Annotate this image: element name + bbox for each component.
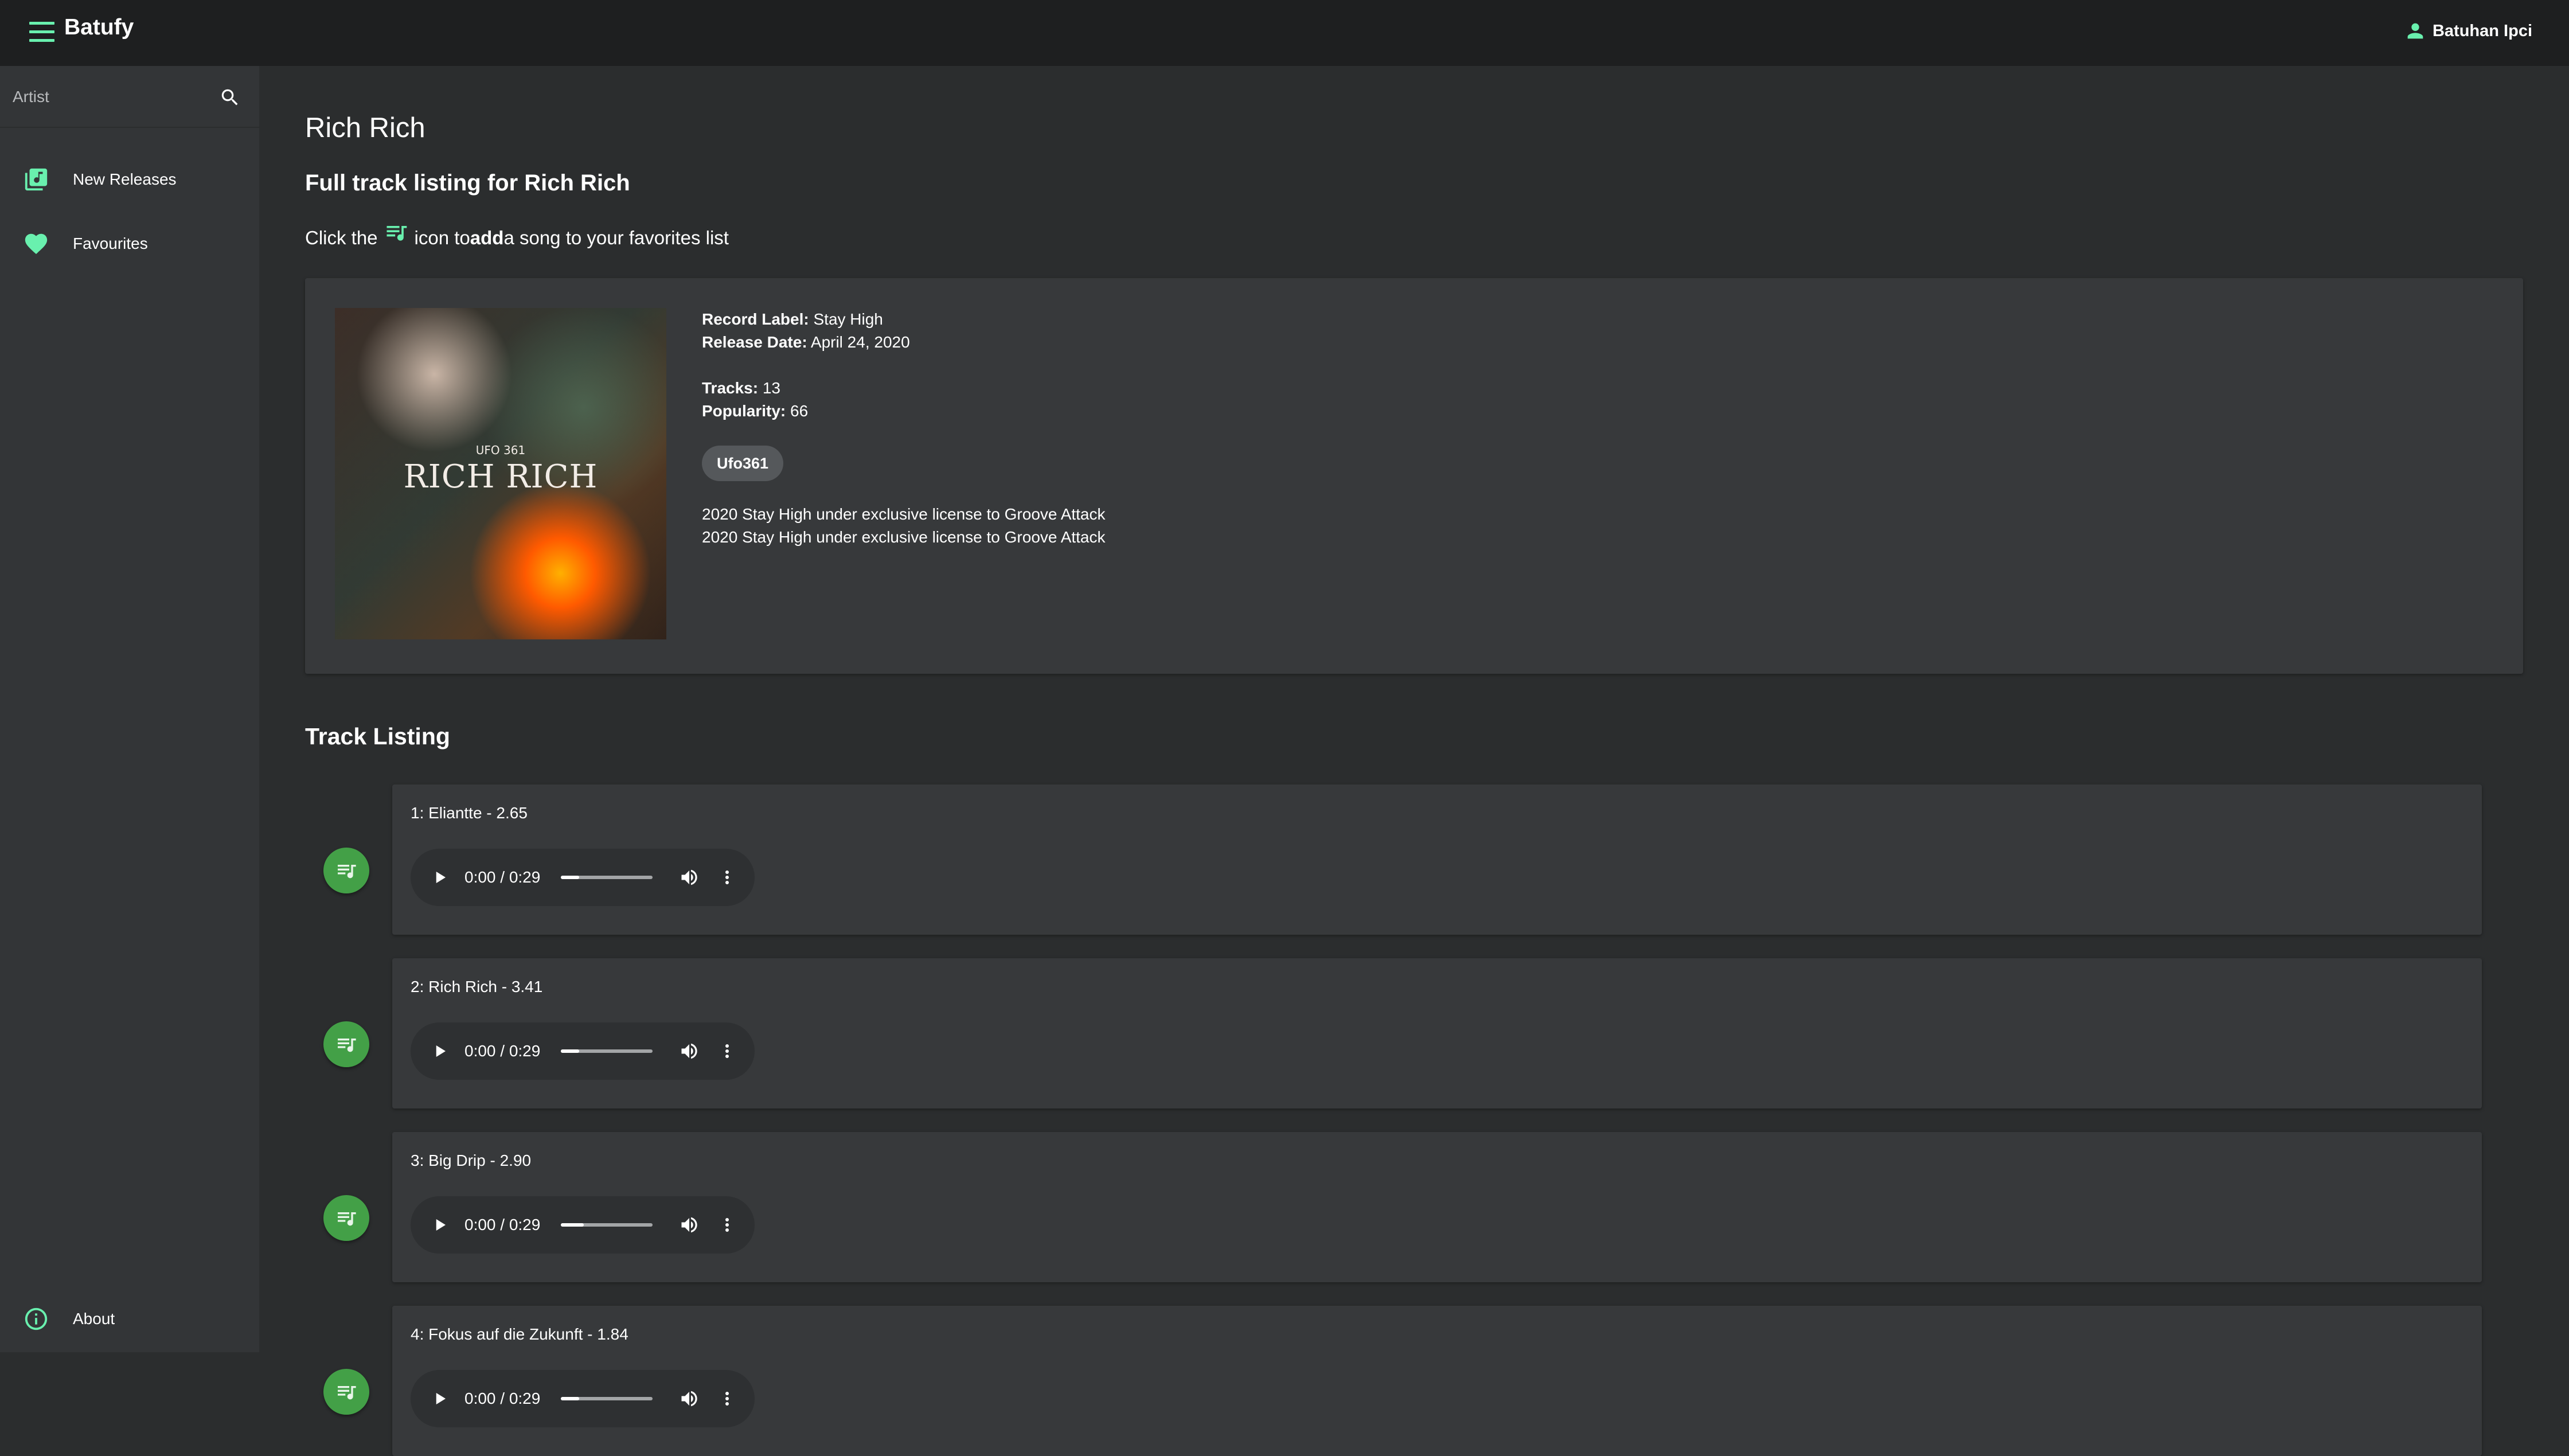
track-item: 4: Fokus auf die Zukunft - 1.84 0:00 / 0… xyxy=(323,1306,2482,1456)
top-app-bar: Batufy Batuhan Ipci xyxy=(0,0,2569,66)
audio-player: 0:00 / 0:29 xyxy=(411,849,755,906)
track-title: 2: Rich Rich - 3.41 xyxy=(411,978,543,996)
play-icon[interactable] xyxy=(431,1043,448,1060)
hint-text: icon to xyxy=(414,227,470,248)
track-card: 4: Fokus auf die Zukunft - 1.84 0:00 / 0… xyxy=(392,1306,2482,1456)
release-date-row: Release Date: April 24, 2020 xyxy=(702,333,910,351)
playlist-add-icon xyxy=(338,865,356,879)
sidebar-item-label: About xyxy=(73,1310,115,1328)
add-to-favourites-button[interactable] xyxy=(323,848,369,893)
more-options-icon[interactable] xyxy=(717,867,737,888)
cover-title-text: RICH RICH xyxy=(403,458,598,495)
sidebar: New Releases Favourites About xyxy=(0,66,259,1352)
hint-text: Click the xyxy=(305,227,378,248)
album-cover: UFO 361 RICH RICH xyxy=(335,308,666,639)
track-title: 4: Fokus auf die Zukunft - 1.84 xyxy=(411,1325,628,1343)
page-subtitle: Full track listing for Rich Rich xyxy=(305,170,630,196)
sidebar-item-new-releases[interactable]: New Releases xyxy=(0,154,259,205)
user-account[interactable]: Batuhan Ipci xyxy=(2404,19,2532,42)
seek-slider[interactable] xyxy=(561,876,653,879)
audio-player: 0:00 / 0:29 xyxy=(411,1196,755,1254)
sidebar-item-about[interactable]: About xyxy=(0,1293,259,1345)
track-card: 2: Rich Rich - 3.41 0:00 / 0:29 xyxy=(392,958,2482,1108)
time-display: 0:00 / 0:29 xyxy=(464,1216,541,1233)
volume-icon[interactable] xyxy=(679,1215,700,1235)
record-label-value: Stay High xyxy=(813,310,883,328)
playlist-add-icon xyxy=(386,226,407,241)
search-input[interactable] xyxy=(11,84,209,110)
favorites-hint: Click the icon to add a song to your favo… xyxy=(305,225,729,251)
track-item: 2: Rich Rich - 3.41 0:00 / 0:29 xyxy=(323,958,2482,1108)
release-date-value: April 24, 2020 xyxy=(810,333,910,351)
add-to-favourites-button[interactable] xyxy=(323,1021,369,1067)
time-display: 0:00 / 0:29 xyxy=(464,868,541,886)
sidebar-item-favourites[interactable]: Favourites xyxy=(0,218,259,270)
popularity-value: 66 xyxy=(790,402,809,420)
popularity-row: Popularity: 66 xyxy=(702,402,809,420)
page-title: Rich Rich xyxy=(305,112,425,143)
artist-chip[interactable]: Ufo361 xyxy=(702,446,784,481)
seek-slider[interactable] xyxy=(561,1397,653,1400)
playlist-add-icon xyxy=(338,1039,356,1052)
search-bar xyxy=(0,66,259,128)
track-item: 1: Eliantte - 2.65 0:00 / 0:29 xyxy=(323,784,2482,935)
copyright-line: 2020 Stay High under exclusive license t… xyxy=(702,505,1106,523)
copyright-line: 2020 Stay High under exclusive license t… xyxy=(702,528,1106,546)
seek-slider[interactable] xyxy=(561,1049,653,1053)
track-item: 3: Big Drip - 2.90 0:00 / 0:29 xyxy=(323,1132,2482,1282)
user-name: Batuhan Ipci xyxy=(2432,21,2532,40)
more-options-icon[interactable] xyxy=(717,1041,737,1061)
track-title: 1: Eliantte - 2.65 xyxy=(411,804,528,822)
search-icon[interactable] xyxy=(219,87,241,108)
add-to-favourites-button[interactable] xyxy=(323,1369,369,1415)
track-card: 3: Big Drip - 2.90 0:00 / 0:29 xyxy=(392,1132,2482,1282)
play-icon[interactable] xyxy=(431,1216,448,1233)
audio-player: 0:00 / 0:29 xyxy=(411,1022,755,1080)
hint-text: a song to your favorites list xyxy=(503,227,729,248)
volume-icon[interactable] xyxy=(679,867,700,888)
track-card: 1: Eliantte - 2.65 0:00 / 0:29 xyxy=(392,784,2482,935)
tracks-row: Tracks: 13 xyxy=(702,379,781,397)
tracks-value: 13 xyxy=(762,379,781,397)
info-icon xyxy=(23,1306,49,1332)
hint-bold: add xyxy=(470,227,504,248)
record-label-row: Record Label: Stay High xyxy=(702,310,883,328)
sidebar-item-label: New Releases xyxy=(73,170,177,188)
play-icon[interactable] xyxy=(431,869,448,886)
copyright-text: 2020 Stay High under exclusive license t… xyxy=(702,503,1106,549)
sidebar-item-label: Favourites xyxy=(73,235,148,252)
track-title: 3: Big Drip - 2.90 xyxy=(411,1151,532,1169)
volume-icon[interactable] xyxy=(679,1388,700,1409)
app-title[interactable]: Batufy xyxy=(64,15,134,40)
playlist-add-icon xyxy=(338,1212,356,1226)
track-listing-heading: Track Listing xyxy=(305,723,450,750)
seek-slider[interactable] xyxy=(561,1223,653,1227)
album-info-card: UFO 361 RICH RICH Record Label: Stay Hig… xyxy=(305,278,2523,674)
volume-icon[interactable] xyxy=(679,1041,700,1061)
album-meta: Record Label: Stay High Release Date: Ap… xyxy=(702,308,910,423)
add-to-favourites-button[interactable] xyxy=(323,1195,369,1241)
library-music-icon xyxy=(23,166,49,193)
more-options-icon[interactable] xyxy=(717,1388,737,1409)
play-icon[interactable] xyxy=(431,1390,448,1407)
playlist-add-icon xyxy=(338,1386,356,1400)
more-options-icon[interactable] xyxy=(717,1215,737,1235)
time-display: 0:00 / 0:29 xyxy=(464,1389,541,1407)
audio-player: 0:00 / 0:29 xyxy=(411,1370,755,1427)
menu-icon[interactable] xyxy=(29,22,54,42)
main-content: Rich Rich Full track listing for Rich Ri… xyxy=(259,66,2569,1456)
cover-artist-text: UFO 361 xyxy=(475,443,526,457)
time-display: 0:00 / 0:29 xyxy=(464,1042,541,1060)
person-icon xyxy=(2407,23,2423,39)
heart-icon xyxy=(23,231,49,257)
